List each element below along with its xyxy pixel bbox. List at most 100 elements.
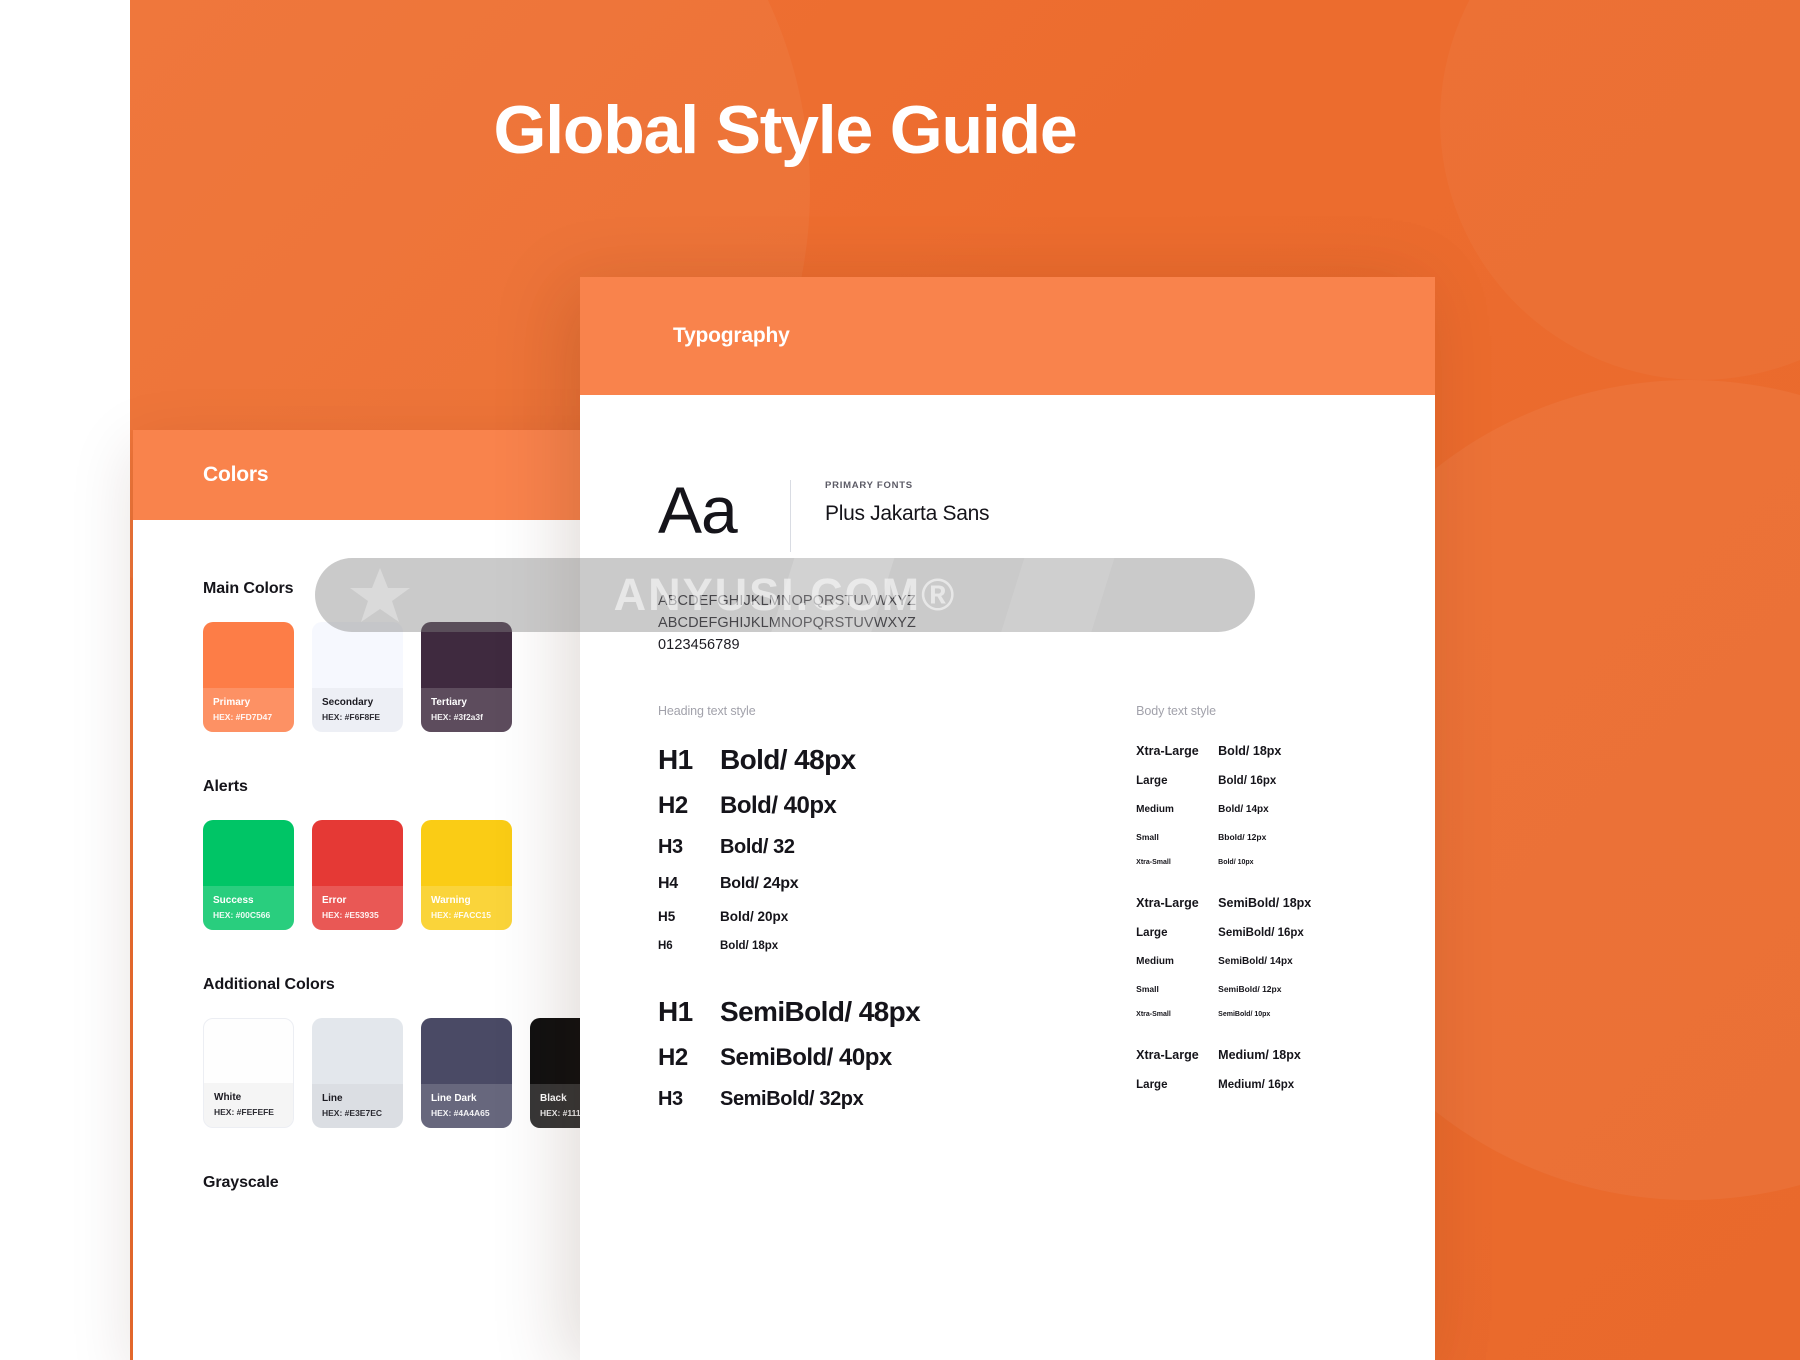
color-swatch[interactable]: Line HEX: #E3E7EC	[312, 1018, 403, 1128]
body-scale-group: Xtra-Large Bold/ 18px Large Bold/ 16px Mediu…	[1136, 744, 1435, 866]
swatch-hex-value: HEX: #FEFEFE	[214, 1106, 274, 1117]
heading-scale-title: Heading text style	[658, 704, 756, 719]
heading-scale-key: H3	[658, 1088, 683, 1111]
style-guide-page: Global Style Guide Colors Main Colors Pri…	[0, 0, 1800, 1360]
heading-scale-group: H1 Bold/ 48px H2 Bold/ 40px H3 Bold/ 32 H4 Bold…	[658, 744, 1136, 952]
swatch-name: Line	[322, 1093, 343, 1105]
heading-scale-key: H6	[658, 940, 673, 953]
swatch-hex-value: HEX: #3f2a3f	[431, 711, 483, 722]
body-scale-group: Xtra-Large Medium/ 18px Large Medium/ 16px	[1136, 1048, 1435, 1091]
body-scale-key: Xtra-Small	[1136, 859, 1171, 867]
body-scale-key: Xtra-Small	[1136, 1011, 1171, 1019]
font-specimen: Aa PRIMARY FONTS Plus Jakarta Sans	[658, 477, 1435, 552]
heading-scale-value: Bold/ 40px	[720, 792, 837, 820]
heading-scale-key: H2	[658, 792, 688, 820]
body-scale-key: Xtra-Large	[1136, 744, 1199, 759]
body-scale-value: SemiBold/ 16px	[1218, 927, 1304, 940]
specimen-meta: PRIMARY FONTS Plus Jakarta Sans	[825, 480, 989, 526]
heading-scale-value: Bold/ 48px	[720, 744, 856, 776]
specimen-divider	[790, 480, 791, 552]
heading-scale-column: Heading text style H1 Bold/ 48px H2 Bold/ 4…	[658, 704, 1136, 1155]
specimen-kicker: PRIMARY FONTS	[825, 480, 913, 491]
alphabet-numerals: 0123456789	[658, 637, 740, 654]
swatch-hex-value: HEX: #E3E7EC	[322, 1107, 382, 1118]
alphabet-lowercase: ABCDEFGHIJKLMNOPQRSTUVWXYZ	[658, 615, 916, 632]
heading-scale-key: H3	[658, 836, 683, 859]
color-swatch[interactable]: Warning HEX: #FACC15	[421, 820, 512, 930]
color-swatch[interactable]: White HEX: #FEFEFE	[203, 1018, 294, 1128]
heading-scale-value: Bold/ 24px	[720, 875, 799, 893]
typography-panel-header: Typography	[580, 277, 1435, 395]
heading-scale-value: Bold/ 20px	[720, 909, 789, 925]
body-scale-value: Bbold/ 12px	[1218, 832, 1267, 843]
color-swatch[interactable]: Primary HEX: #FD7D47	[203, 622, 294, 732]
body-scale-row: Small SemiBold/ 12px	[1136, 984, 1435, 994]
color-swatch[interactable]: Line Dark HEX: #4A4A65	[421, 1018, 512, 1128]
body-scale-row: Medium SemiBold/ 14px	[1136, 956, 1435, 967]
body-scale-value: Bold/ 16px	[1218, 775, 1277, 788]
swatch-info: Error HEX: #E53935	[312, 894, 403, 930]
body-scale-value: SemiBold/ 10px	[1218, 1011, 1271, 1019]
body-scale-row: Xtra-Large Medium/ 18px	[1136, 1048, 1435, 1062]
body-scale-column: Body text style Xtra-Large Bold/ 18px Larg…	[1136, 704, 1435, 1155]
color-swatch[interactable]: Secondary HEX: #F6F8FE	[312, 622, 403, 732]
body-scale-value: Bold/ 10px	[1218, 859, 1254, 867]
swatch-info: Secondary HEX: #F6F8FE	[312, 696, 403, 732]
swatch-info: Line HEX: #E3E7EC	[312, 1092, 403, 1128]
swatch-name: Primary	[213, 697, 251, 709]
body-scale-key: Small	[1136, 832, 1159, 843]
heading-scale-group: H1 SemiBold/ 48px H2 SemiBold/ 40px H3 SemiBo…	[658, 996, 1136, 1111]
body-scale-key: Large	[1136, 1079, 1168, 1092]
body-scale-key: Medium	[1136, 804, 1174, 816]
body-scale-value: Bold/ 14px	[1218, 804, 1269, 816]
heading-scale-row: H2 SemiBold/ 40px	[658, 1044, 1136, 1072]
body-scale-value: Medium/ 16px	[1218, 1079, 1295, 1092]
heading-scale-value: SemiBold/ 32px	[720, 1088, 864, 1111]
swatch-name: Secondary	[322, 697, 374, 709]
swatch-info: White HEX: #FEFEFE	[204, 1091, 293, 1127]
body-scale-key: Small	[1136, 984, 1159, 995]
swatch-name: White	[214, 1092, 242, 1104]
typography-panel: Typography Aa PRIMARY FONTS Plus Jakarta…	[580, 277, 1435, 1360]
color-swatch[interactable]: Tertiary HEX: #3f2a3f	[421, 622, 512, 732]
swatch-name: Success	[213, 895, 254, 907]
heading-scale-row: H1 Bold/ 48px	[658, 744, 1136, 776]
body-scale-list: Xtra-Large Bold/ 18px Large Bold/ 16px Mediu…	[1136, 744, 1435, 1091]
color-swatch[interactable]: Success HEX: #00C566	[203, 820, 294, 930]
body-scale-value: SemiBold/ 14px	[1218, 956, 1293, 968]
alphabet-uppercase: ABCDEFGHIJKLMNOPQRSTUVWXYZ	[658, 593, 916, 609]
swatch-info: Primary HEX: #FD7D47	[203, 696, 294, 732]
swatch-name: Line Dark	[431, 1093, 477, 1105]
heading-scale-list: H1 Bold/ 48px H2 Bold/ 40px H3 Bold/ 32 H4 Bold…	[658, 744, 1136, 1111]
swatch-hex-value: HEX: #00C566	[213, 909, 271, 920]
body-scale-value: SemiBold/ 18px	[1218, 896, 1312, 911]
heading-scale-value: SemiBold/ 40px	[720, 1044, 892, 1072]
body-scale-row: Large Medium/ 16px	[1136, 1079, 1435, 1091]
body-scale-value: SemiBold/ 12px	[1218, 984, 1282, 995]
heading-scale-key: H2	[658, 1044, 688, 1072]
heading-scale-key: H4	[658, 875, 678, 893]
body-scale-row: Small Bbold/ 12px	[1136, 832, 1435, 842]
typography-panel-title: Typography	[673, 324, 790, 347]
body-scale-title: Body text style	[1136, 704, 1216, 719]
swatch-hex-value: HEX: #4A4A65	[431, 1107, 490, 1118]
specimen-font-name: Plus Jakarta Sans	[825, 502, 990, 525]
heading-scale-key: H5	[658, 909, 676, 925]
body-scale-row: Large SemiBold/ 16px	[1136, 927, 1435, 939]
swatch-hex-value: HEX: #FD7D47	[213, 711, 273, 722]
body-scale-value: Bold/ 18px	[1218, 744, 1282, 759]
color-swatch[interactable]: Error HEX: #E53935	[312, 820, 403, 930]
heading-scale-row: H3 Bold/ 32	[658, 836, 1136, 859]
heading-scale-value: SemiBold/ 48px	[720, 996, 921, 1028]
background-circle-top-right	[1440, 0, 1800, 380]
heading-scale-key: H1	[658, 744, 693, 776]
swatch-info: Warning HEX: #FACC15	[421, 894, 512, 930]
heading-scale-row: H2 Bold/ 40px	[658, 792, 1136, 820]
swatch-info: Tertiary HEX: #3f2a3f	[421, 696, 512, 732]
body-scale-row: Large Bold/ 16px	[1136, 775, 1435, 787]
heading-scale-row: H5 Bold/ 20px	[658, 909, 1136, 924]
body-scale-value: Medium/ 18px	[1218, 1048, 1301, 1063]
heading-scale-row: H4 Bold/ 24px	[658, 875, 1136, 893]
typography-panel-body: Aa PRIMARY FONTS Plus Jakarta Sans ABCDE…	[580, 395, 1435, 1155]
body-scale-row: Xtra-Small Bold/ 10px	[1136, 859, 1435, 866]
